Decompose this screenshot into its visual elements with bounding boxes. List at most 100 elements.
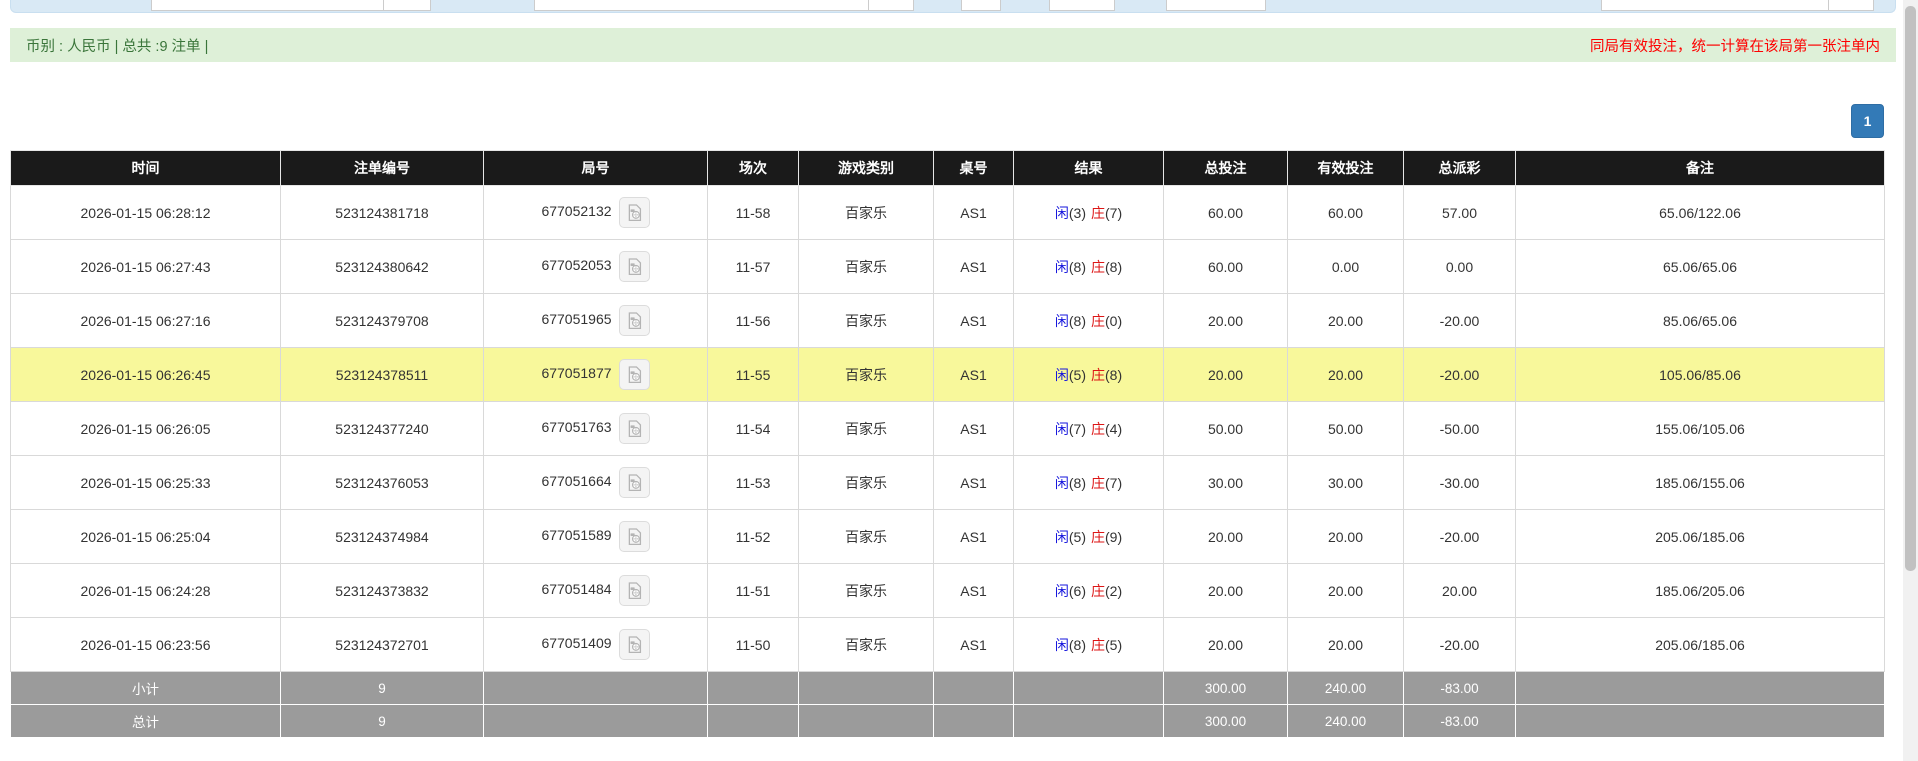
banker-score: (8) — [1105, 366, 1123, 383]
player-score: (8) — [1068, 474, 1086, 491]
cell-total-bet[interactable]: 50.00 — [1163, 401, 1288, 456]
banker-label: 庄 — [1091, 528, 1105, 545]
cell-time: 2026-01-15 06:27:16 — [10, 293, 281, 348]
player-label: 闲 — [1054, 312, 1069, 329]
pagination: 1 — [1851, 104, 1884, 138]
cell-bet-no: 523124379708 — [280, 293, 484, 348]
cell-valid-bet: 20.00 — [1287, 563, 1404, 618]
cell-bet-no: 523124380642 — [280, 239, 484, 294]
cell-round-no: 677051877 — [483, 347, 708, 402]
cell-total-bet[interactable]: 20.00 — [1163, 563, 1288, 618]
banker-label: 庄 — [1091, 420, 1105, 437]
total-row: 总计 9 300.00 240.00 -83.00 — [10, 704, 1885, 738]
cell-total-bet[interactable]: 20.00 — [1163, 617, 1288, 672]
cell-round-no: 677051763 — [483, 401, 708, 456]
cell-result: 闲(8) 庄(0) — [1013, 293, 1164, 348]
video-replay-button[interactable] — [618, 413, 650, 444]
round-no: 677051763 — [541, 419, 612, 436]
total-payout: -83.00 — [1403, 704, 1516, 738]
cell-time: 2026-01-15 06:25:04 — [10, 509, 281, 564]
filter-input-stub — [1601, 0, 1829, 11]
col-table-no: 桌号 — [933, 150, 1014, 186]
cell-payout: -50.00 — [1403, 401, 1516, 456]
table-row: 2026-01-15 06:23:56 523124372701 6770514… — [10, 617, 1885, 672]
video-replay-icon — [628, 474, 641, 492]
table-row: 2026-01-15 06:27:16 523124379708 6770519… — [10, 293, 1885, 348]
banker-score: (5) — [1105, 636, 1123, 653]
col-total-bet: 总投注 — [1163, 150, 1288, 186]
subtotal-count: 9 — [280, 671, 484, 705]
page-1-button[interactable]: 1 — [1851, 104, 1884, 138]
cell-valid-bet: 60.00 — [1287, 185, 1404, 240]
video-replay-button[interactable] — [618, 305, 650, 336]
cell-bet-no: 523124372701 — [280, 617, 484, 672]
cell-time: 2026-01-15 06:23:56 — [10, 617, 281, 672]
scrollbar-thumb[interactable] — [1905, 6, 1916, 571]
cell-time: 2026-01-15 06:24:28 — [10, 563, 281, 618]
valid-bet-note-text: 同局有效投注，统一计算在该局第一张注单内 — [1590, 38, 1880, 55]
video-replay-button[interactable] — [618, 197, 650, 228]
cell-bet-no: 523124376053 — [280, 455, 484, 510]
cell-total-bet[interactable]: 60.00 — [1163, 239, 1288, 294]
cell-remark: 105.06/85.06 — [1515, 347, 1885, 402]
filter-input-stub — [1166, 0, 1266, 11]
video-replay-button[interactable] — [618, 629, 650, 660]
cell-remark: 205.06/185.06 — [1515, 509, 1885, 564]
video-replay-button[interactable] — [618, 467, 650, 498]
col-result: 结果 — [1013, 150, 1164, 186]
cell-bet-no: 523124373832 — [280, 563, 484, 618]
currency-summary-text: 币别 : 人民币 | 总共 :9 注单 | — [26, 38, 209, 55]
total-total-bet: 300.00 — [1163, 704, 1288, 738]
table-row: 2026-01-15 06:26:05 523124377240 6770517… — [10, 401, 1885, 456]
banker-label: 庄 — [1091, 204, 1105, 221]
table-row: 2026-01-15 06:24:28 523124373832 6770514… — [10, 563, 1885, 618]
cell-bet-no: 523124374984 — [280, 509, 484, 564]
cell-total-bet[interactable]: 30.00 — [1163, 455, 1288, 510]
cell-total-bet[interactable]: 20.00 — [1163, 347, 1288, 402]
cell-game-type: 百家乐 — [798, 617, 934, 672]
video-replay-button[interactable] — [618, 359, 650, 390]
cell-round-no: 677051664 — [483, 455, 708, 510]
round-no: 677051409 — [541, 635, 612, 652]
video-replay-button[interactable] — [618, 251, 650, 282]
cell-table-no: AS1 — [933, 563, 1014, 618]
cell-game-type: 百家乐 — [798, 293, 934, 348]
player-label: 闲 — [1054, 258, 1069, 275]
player-score: (5) — [1068, 528, 1086, 545]
video-replay-icon — [628, 366, 641, 384]
cell-valid-bet: 20.00 — [1287, 509, 1404, 564]
player-label: 闲 — [1054, 204, 1069, 221]
cell-table-no: AS1 — [933, 509, 1014, 564]
video-replay-button[interactable] — [618, 521, 650, 552]
filter-input-stub — [1828, 0, 1874, 11]
filter-input-stub — [1049, 0, 1115, 11]
cell-time: 2026-01-15 06:28:12 — [10, 185, 281, 240]
cell-valid-bet: 20.00 — [1287, 347, 1404, 402]
cell-valid-bet: 0.00 — [1287, 239, 1404, 294]
cell-total-bet[interactable]: 20.00 — [1163, 293, 1288, 348]
table-row: 2026-01-15 06:28:12 523124381718 6770521… — [10, 185, 1885, 240]
cell-session: 11-50 — [707, 617, 799, 672]
cell-total-bet[interactable]: 20.00 — [1163, 509, 1288, 564]
subtotal-label: 小计 — [10, 671, 281, 705]
cell-game-type: 百家乐 — [798, 563, 934, 618]
col-time: 时间 — [10, 150, 281, 186]
summary-bar: 币别 : 人民币 | 总共 :9 注单 | 同局有效投注，统一计算在该局第一张注… — [10, 28, 1896, 62]
banker-score: (7) — [1105, 474, 1123, 491]
cell-remark: 65.06/65.06 — [1515, 239, 1885, 294]
player-label: 闲 — [1054, 528, 1069, 545]
filter-input-stub — [868, 0, 914, 11]
video-replay-button[interactable] — [618, 575, 650, 606]
cell-total-bet[interactable]: 60.00 — [1163, 185, 1288, 240]
scrollbar-track[interactable] — [1903, 0, 1918, 761]
cell-payout: -20.00 — [1403, 617, 1516, 672]
cell-session: 11-58 — [707, 185, 799, 240]
cell-game-type: 百家乐 — [798, 401, 934, 456]
cell-result: 闲(5) 庄(9) — [1013, 509, 1164, 564]
cell-result: 闲(3) 庄(7) — [1013, 185, 1164, 240]
player-label: 闲 — [1054, 582, 1069, 599]
col-remark: 备注 — [1515, 150, 1885, 186]
cell-time: 2026-01-15 06:27:43 — [10, 239, 281, 294]
filter-input-stub — [151, 0, 384, 11]
banker-label: 庄 — [1091, 366, 1105, 383]
